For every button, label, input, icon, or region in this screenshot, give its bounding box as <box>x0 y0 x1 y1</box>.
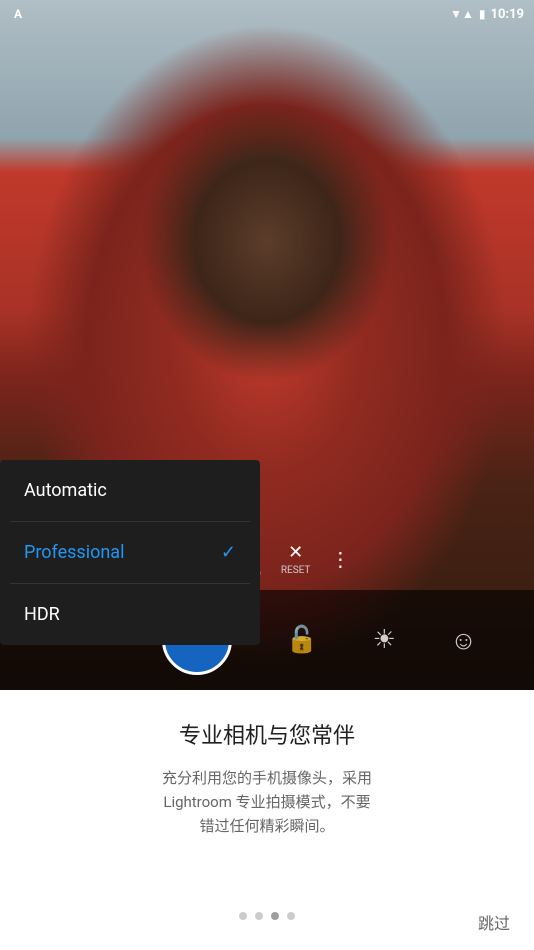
dot-1 <box>239 912 247 920</box>
status-bar: A ▼▲ ▮ 10:19 <box>0 0 534 28</box>
dropdown-item-professional[interactable]: Professional ✓ <box>0 522 260 583</box>
reset-button[interactable]: ✕ RESET <box>281 542 311 576</box>
status-time: 10:19 <box>491 7 525 22</box>
bottom-description: 充分利用您的手机摄像头，采用Lightroom 专业拍摄模式，不要错过任何精彩瞬… <box>162 766 372 838</box>
more-menu-icon: ⋮ <box>330 547 350 571</box>
dropdown-item-automatic-label: Automatic <box>24 480 107 501</box>
mode-dropdown: Automatic Professional ✓ HDR <box>0 460 260 645</box>
wifi-signal-icon: ▼▲ <box>450 7 474 21</box>
reset-label: RESET <box>281 565 311 576</box>
dot-2 <box>255 912 263 920</box>
dropdown-item-hdr-label: HDR <box>24 604 60 625</box>
lock-icon[interactable]: 🔓 <box>286 625 318 655</box>
bottom-title: 专业相机与您常伴 <box>179 718 355 750</box>
skip-button[interactable]: 跳过 <box>478 910 510 934</box>
bottom-panel: 专业相机与您常伴 充分利用您的手机摄像头，采用Lightroom 专业拍摄模式，… <box>0 690 534 950</box>
battery-icon: ▮ <box>479 7 486 21</box>
check-icon: ✓ <box>221 542 236 563</box>
status-bar-right: ▼▲ ▮ 10:19 <box>450 7 524 22</box>
dropdown-item-hdr[interactable]: HDR <box>0 584 260 645</box>
face-icon[interactable]: ☺ <box>450 625 477 656</box>
reset-x-icon: ✕ <box>288 542 303 563</box>
pagination-dots <box>239 912 295 930</box>
dot-3 <box>271 912 279 920</box>
exposure-icon[interactable]: ☀ <box>373 625 396 655</box>
dropdown-item-automatic[interactable]: Automatic <box>0 460 260 521</box>
status-bar-app-icon: A <box>14 7 22 21</box>
more-menu-button[interactable]: ⋮ <box>330 547 350 571</box>
dropdown-item-professional-label: Professional <box>24 542 124 563</box>
dot-4 <box>287 912 295 920</box>
